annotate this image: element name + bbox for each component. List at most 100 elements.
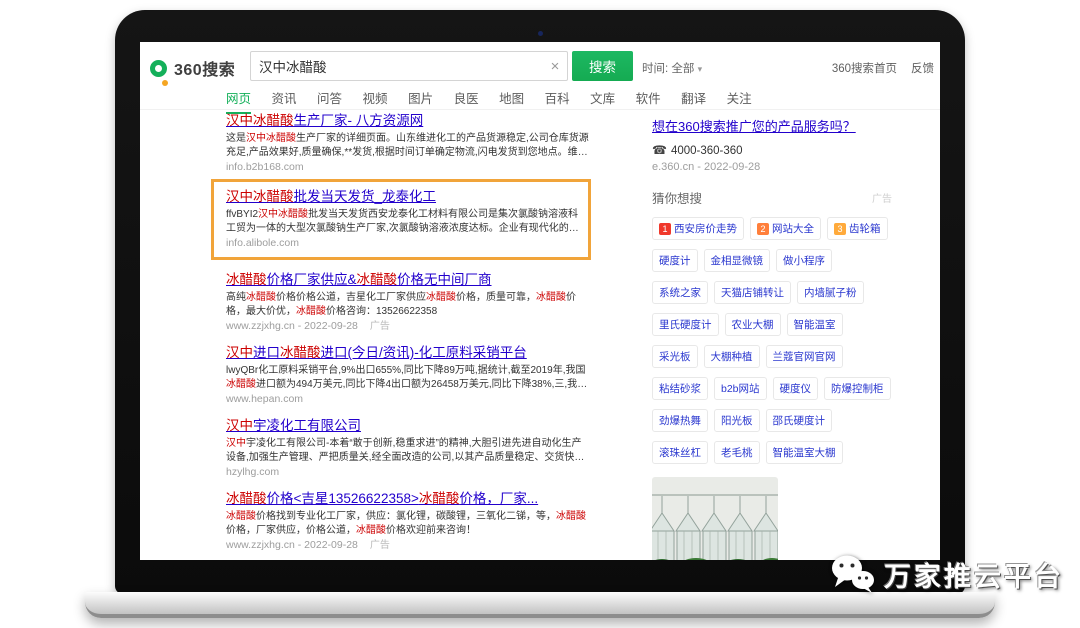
search-button[interactable]: 搜索 <box>572 51 633 81</box>
feedback-link[interactable]: 反馈 <box>911 60 934 76</box>
greenhouse-image-card[interactable]: 广告 <box>652 477 778 560</box>
tab-separator-line <box>140 109 940 110</box>
tab-1[interactable]: 资讯 <box>272 88 297 114</box>
result-title[interactable]: 汉中进口冰醋酸进口(今日/资讯)-化工原料采销平台 <box>226 344 591 361</box>
tag-label: 阳光板 <box>721 413 753 428</box>
results-list: 汉中冰醋酸生产厂家- 八方资源网这是汉中冰醋酸生产厂家的详细页面。山东维进化工的… <box>226 112 591 560</box>
tag-label: 硬度计 <box>659 253 691 268</box>
text-segment: 汉中 <box>226 418 253 433</box>
tag-label: 系统之家 <box>659 285 701 300</box>
ad-label: 广告 <box>370 540 390 551</box>
suggest-tag-4[interactable]: 金相显微镜 <box>704 249 771 272</box>
sidebar-ad-phone: ☎4000-360-360 <box>652 143 892 157</box>
tag-label: 采光板 <box>659 349 691 364</box>
page-stage: 360搜索 × 搜索 时间: 全部 ▾ 360搜索首页 反馈 网页资讯问答视频图… <box>0 0 1080 628</box>
suggest-tag-23[interactable]: 老毛桃 <box>714 441 760 464</box>
suggest-tag-1[interactable]: 2网站大全 <box>750 217 821 240</box>
suggest-tag-21[interactable]: 邵氏硬度计 <box>766 409 833 432</box>
suggest-tag-12[interactable]: 采光板 <box>652 345 698 368</box>
search-box[interactable]: × <box>250 51 568 81</box>
result-title[interactable]: 汉中宇凌化工有限公司 <box>226 417 591 434</box>
result-url: www.zzjxhg.cn - 2022-09-28广告 <box>226 539 591 552</box>
text-segment: 价格找到专业化工厂家，供应：氯化锂，碳酸锂，三氧化二锑，等， <box>256 511 556 522</box>
watermark: 万家推云平台 <box>830 554 1064 594</box>
text-segment: 冰醋酸 <box>226 379 256 390</box>
phone-icon: ☎ <box>652 143 667 157</box>
text-segment: ffvBYI2 <box>226 209 258 220</box>
watermark-text: 万家推云平台 <box>884 555 1064 594</box>
text-segment: 宇凌化工有限公司 <box>253 418 361 433</box>
suggest-tag-7[interactable]: 天猫店铺转让 <box>714 281 791 304</box>
text-segment: 汉中冰醋酸 <box>246 133 296 144</box>
result-url: www.zzjxhg.cn - 2022-09-28广告 <box>226 320 591 333</box>
suggest-tag-20[interactable]: 阳光板 <box>714 409 760 432</box>
search-result-4: 汉中进口冰醋酸进口(今日/资讯)-化工原料采销平台lwyQBr化工原料采销平台,… <box>226 344 591 406</box>
tab-0[interactable]: 网页 <box>226 88 251 114</box>
right-sidebar: 想在360搜索推广您的产品服务吗？ ☎4000-360-360 e.360.cn… <box>652 116 892 560</box>
tab-7[interactable]: 百科 <box>545 88 570 114</box>
tab-8[interactable]: 文库 <box>590 88 615 114</box>
text-segment: 冰醋酸 <box>226 511 256 522</box>
result-title[interactable]: 冰醋酸价格厂家供应&冰醋酸价格无中间厂商 <box>226 271 591 288</box>
suggest-tag-17[interactable]: 硬度仪 <box>773 377 819 400</box>
result-description: ffvBYI2汉中冰醋酸批发当天发货西安龙泰化工材料有限公司是集次氯酸钠溶液科工… <box>226 208 580 235</box>
result-title[interactable]: 冰醋酸价格<吉星13526622358>冰醋酸价格，厂家... <box>226 490 591 507</box>
search-result-3: 冰醋酸价格厂家供应&冰醋酸价格无中间厂商高纯冰醋酸价格价格公道，吉星化工厂家供应… <box>226 271 591 333</box>
tab-2[interactable]: 问答 <box>317 88 342 114</box>
text-segment: 冰醋酸 <box>536 292 566 303</box>
result-title[interactable]: 汉中冰醋酸批发当天发货_龙泰化工 <box>226 188 580 205</box>
result-url: hzylhg.com <box>226 466 591 479</box>
tab-9[interactable]: 软件 <box>636 88 661 114</box>
tag-label: 兰蔻官网官网 <box>773 349 836 364</box>
suggest-tag-0[interactable]: 1西安房价走势 <box>652 217 744 240</box>
suggest-tag-3[interactable]: 硬度计 <box>652 249 698 272</box>
tab-3[interactable]: 视频 <box>363 88 388 114</box>
suggest-tag-6[interactable]: 系统之家 <box>652 281 708 304</box>
text-segment: 冰醋酸 <box>419 491 460 506</box>
suggest-ad-label: 广告 <box>872 190 892 205</box>
tag-label: 智能温室大棚 <box>773 445 836 460</box>
result-title[interactable]: 汉中冰醋酸生产厂家- 八方资源网 <box>226 112 591 129</box>
tab-6[interactable]: 地图 <box>499 88 524 114</box>
search-input[interactable] <box>251 59 543 74</box>
suggest-tag-2[interactable]: 3齿轮箱 <box>827 217 888 240</box>
text-segment: 冰醋酸 <box>356 525 386 536</box>
suggest-tag-11[interactable]: 智能温室 <box>787 313 843 336</box>
time-filter-dropdown[interactable]: 时间: 全部 ▾ <box>642 60 702 76</box>
result-description: 汉中宇凌化工有限公司-本着“敢于创新,稳重求进”的精神,大胆引进先进自动化生产设… <box>226 437 591 464</box>
text-segment: 价格厂家供应& <box>267 272 357 287</box>
webcam-dot <box>538 31 543 36</box>
suggest-tag-14[interactable]: 兰蔻官网官网 <box>766 345 843 368</box>
clear-icon[interactable]: × <box>543 58 567 75</box>
suggest-tag-24[interactable]: 智能温室大棚 <box>766 441 843 464</box>
text-segment: 进口额为494万美元,同比下降4出口额为26458万美元,同比下降38%,三,我… <box>256 379 587 390</box>
tag-label: 天猫店铺转让 <box>721 285 784 300</box>
tag-label: 农业大棚 <box>732 317 774 332</box>
suggest-tag-15[interactable]: 粘结砂浆 <box>652 377 708 400</box>
suggest-tag-8[interactable]: 内墙腻子粉 <box>797 281 864 304</box>
suggest-tag-13[interactable]: 大棚种植 <box>704 345 760 368</box>
tag-label: 齿轮箱 <box>849 221 881 236</box>
tab-5[interactable]: 良医 <box>454 88 479 114</box>
rank-badge: 3 <box>834 223 846 235</box>
rank-badge: 1 <box>659 223 671 235</box>
rank-badge: 2 <box>757 223 769 235</box>
tab-4[interactable]: 图片 <box>408 88 433 114</box>
suggest-tag-9[interactable]: 里氏硬度计 <box>652 313 719 336</box>
home-link[interactable]: 360搜索首页 <box>832 60 897 76</box>
tab-10[interactable]: 翻译 <box>681 88 706 114</box>
suggest-tag-5[interactable]: 做小程序 <box>776 249 832 272</box>
suggest-tag-16[interactable]: b2b网站 <box>714 377 767 400</box>
suggest-tag-10[interactable]: 农业大棚 <box>725 313 781 336</box>
tab-11[interactable]: 关注 <box>727 88 752 114</box>
suggest-tag-22[interactable]: 滚珠丝杠 <box>652 441 708 464</box>
tag-label: 网站大全 <box>772 221 814 236</box>
360-search-logo[interactable]: 360搜索 <box>150 56 235 80</box>
suggest-tag-19[interactable]: 劲爆热舞 <box>652 409 708 432</box>
suggest-tag-18[interactable]: 防爆控制柜 <box>824 377 891 400</box>
logo-text: 360搜索 <box>174 56 235 80</box>
time-filter-label: 时间: 全部 <box>642 63 694 75</box>
text-segment: 价格，质量可靠， <box>456 292 536 303</box>
sidebar-ad-link[interactable]: 想在360搜索推广您的产品服务吗？ <box>652 116 892 135</box>
text-segment: 冰醋酸 <box>556 511 586 522</box>
